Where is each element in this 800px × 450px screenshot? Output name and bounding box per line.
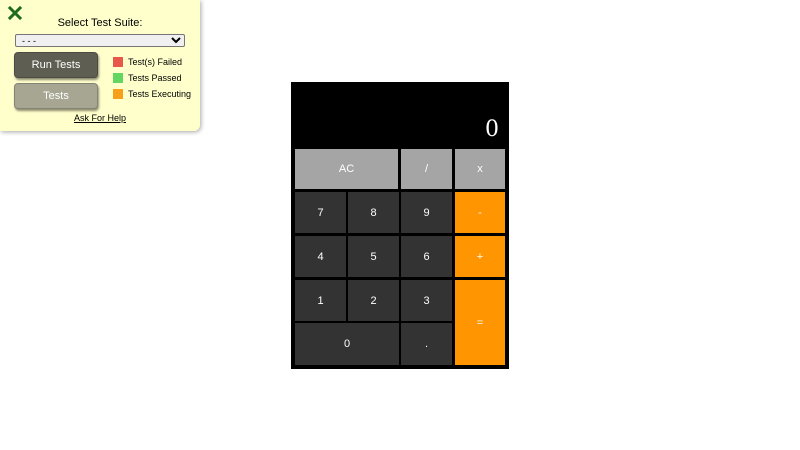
legend-item-failed: Test(s) Failed xyxy=(113,56,182,68)
key-divide[interactable]: / xyxy=(401,149,452,189)
key-2[interactable]: 2 xyxy=(348,280,399,321)
key-multiply[interactable]: x xyxy=(455,149,505,189)
legend-label-executing: Tests Executing xyxy=(128,89,192,99)
key-1[interactable]: 1 xyxy=(295,280,346,321)
key-0[interactable]: 0 xyxy=(295,323,399,365)
legend-label-passed: Tests Passed xyxy=(128,73,182,83)
key-equals[interactable]: = xyxy=(455,280,505,365)
key-3[interactable]: 3 xyxy=(401,280,452,321)
legend-item-executing: Tests Executing xyxy=(113,88,191,100)
key-8[interactable]: 8 xyxy=(348,192,399,233)
key-5[interactable]: 5 xyxy=(348,236,399,277)
run-tests-button[interactable]: Run Tests xyxy=(14,52,98,78)
key-subtract[interactable]: - xyxy=(455,192,505,233)
key-7[interactable]: 7 xyxy=(295,192,346,233)
panel-title: Select Test Suite: xyxy=(57,17,143,29)
test-suite-select[interactable]: - - - xyxy=(15,34,185,47)
key-9[interactable]: 9 xyxy=(401,192,452,233)
legend-label-failed: Test(s) Failed xyxy=(128,57,183,67)
passed-swatch xyxy=(113,73,123,83)
failed-swatch xyxy=(113,57,123,67)
tests-button[interactable]: Tests xyxy=(14,83,98,109)
key-6[interactable]: 6 xyxy=(401,236,452,277)
ask-for-help-link[interactable]: Ask For Help xyxy=(0,113,200,123)
calculator-display: 0 xyxy=(291,82,509,148)
key-decimal[interactable]: . xyxy=(401,323,452,365)
test-panel: Select Test Suite: - - - Run Tests Tests… xyxy=(0,0,200,131)
executing-swatch xyxy=(113,89,123,99)
legend-item-passed: Tests Passed xyxy=(113,72,182,84)
key-add[interactable]: + xyxy=(455,236,505,277)
key-4[interactable]: 4 xyxy=(295,236,346,277)
key-ac[interactable]: AC xyxy=(295,149,398,189)
calculator: 0 AC / x 7 8 9 - 4 5 6 + 1 2 3 = 0 . xyxy=(291,82,509,369)
display-value: 0 xyxy=(485,117,499,142)
